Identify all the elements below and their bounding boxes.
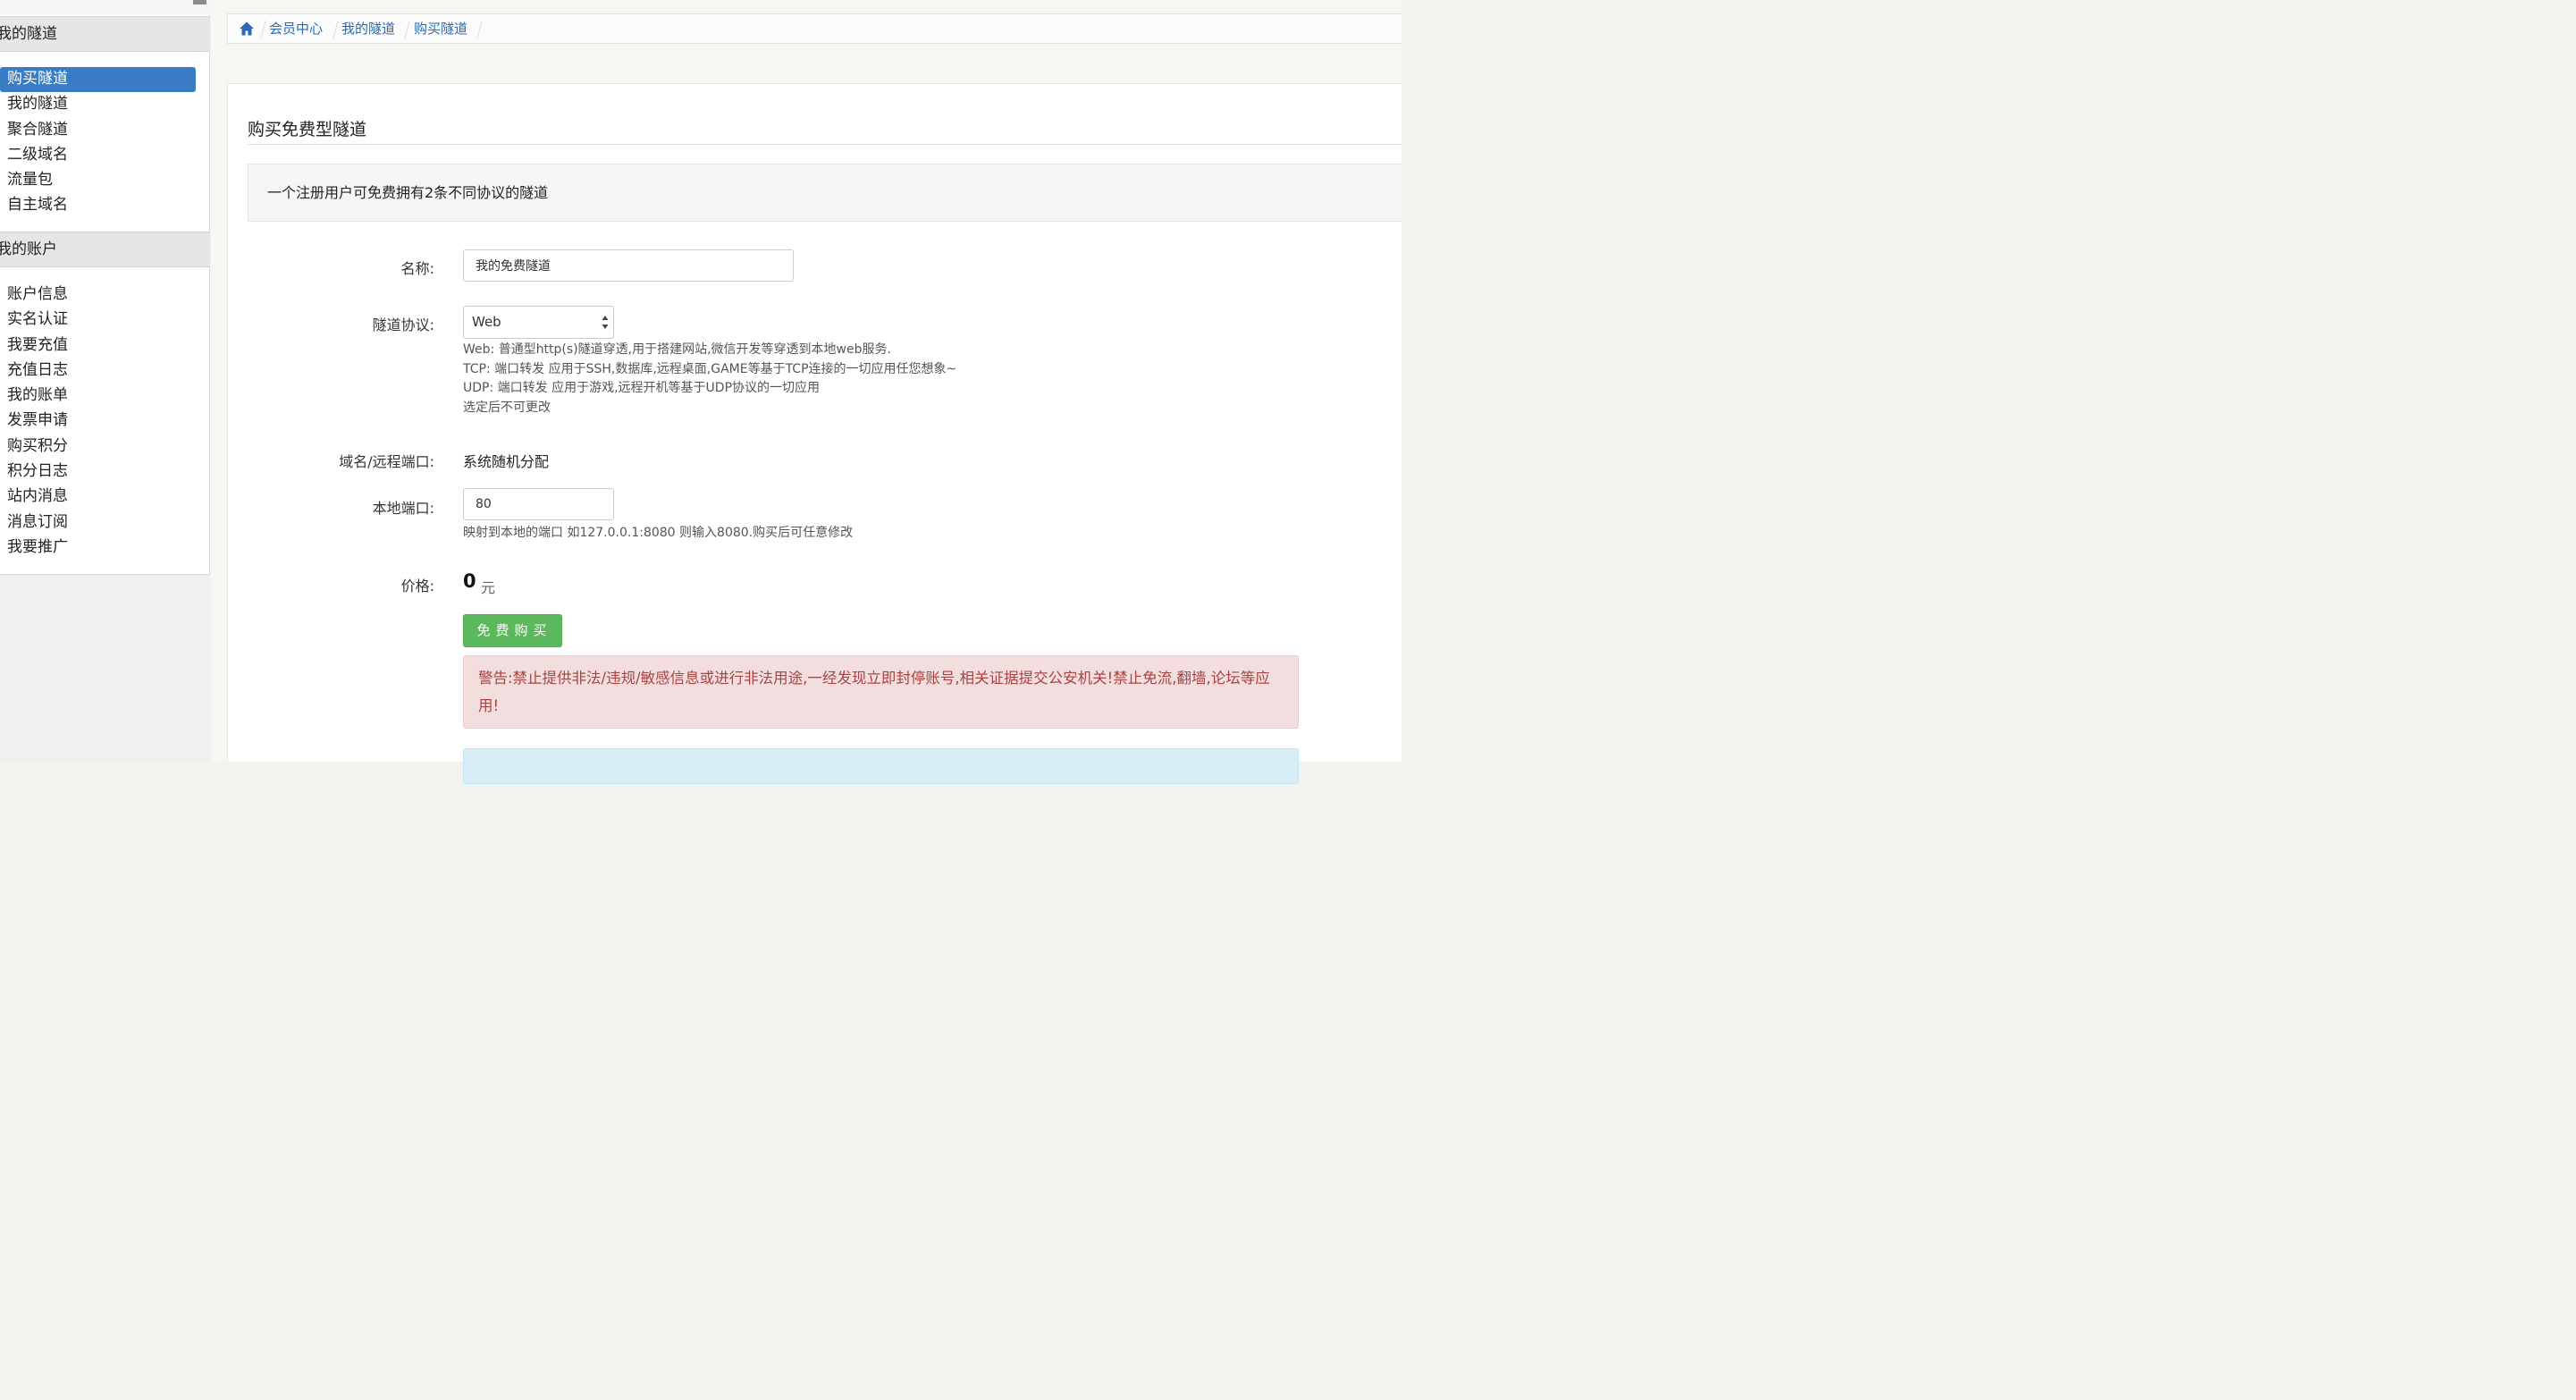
sidebar-section-title: 我的隧道 (0, 25, 57, 43)
sidebar-item-real-name[interactable]: 实名认证 (0, 308, 210, 333)
purchase-panel: 购买免费型隧道 一个注册用户可免费拥有2条不同协议的隧道 名称: 隧道协议: W… (227, 83, 1402, 784)
sidebar-item-recharge-log[interactable]: 充值日志 (0, 358, 210, 384)
sidebar-item-custom-domain[interactable]: 自主域名 (0, 193, 210, 218)
help-line-web: Web: 普通型http(s)隧道穿透,用于搭建网站,微信开发等穿透到本地web… (463, 342, 891, 357)
name-label: 名称: (400, 260, 434, 277)
sidebar-footer-area (0, 574, 210, 763)
sidebar-tunnel-menu: 购买隧道 我的隧道 聚合隧道 二级域名 流量包 自主域名 (0, 67, 210, 219)
breadcrumb-separator (260, 21, 266, 38)
help-line-immutable: 选定后不可更改 (463, 400, 551, 415)
sidebar-item-my-bills[interactable]: 我的账单 (0, 384, 210, 409)
protocol-selected-value: Web (472, 314, 501, 330)
sidebar-item-account-info[interactable]: 账户信息 (0, 283, 210, 308)
protocol-select[interactable]: Web (463, 306, 614, 339)
sidebar: 我的隧道 购买隧道 我的隧道 聚合隧道 二级域名 流量包 自主域名 我的账户 账… (0, 0, 210, 763)
home-icon[interactable] (239, 21, 255, 37)
sidebar-section-title: 我的账户 (0, 240, 57, 258)
sidebar-item-subdomain[interactable]: 二级域名 (0, 143, 210, 168)
free-buy-button[interactable]: 免费购买 (463, 614, 562, 647)
main-content: 会员中心 我的隧道 购买隧道 购买免费型隧道 一个注册用户可免费拥有2条不同协议… (211, 0, 1402, 784)
title-divider (248, 144, 1402, 145)
sidebar-collapse-icon[interactable] (193, 0, 206, 4)
breadcrumb-separator (333, 21, 339, 38)
sidebar-item-invoice[interactable]: 发票申请 (0, 409, 210, 434)
breadcrumb-buy-tunnel[interactable]: 购买隧道 (414, 14, 467, 43)
breadcrumb-separator (476, 21, 483, 38)
breadcrumb: 会员中心 我的隧道 购买隧道 (227, 13, 1402, 44)
protocol-help-text: Web: 普通型http(s)隧道穿透,用于搭建网站,微信开发等穿透到本地web… (463, 341, 956, 417)
help-line-udp: UDP: 端口转发 应用于游戏,远程开机等基于UDP协议的一切应用 (463, 381, 821, 396)
select-arrows-icon (602, 316, 609, 329)
free-tunnel-notice: 一个注册用户可免费拥有2条不同协议的隧道 (248, 164, 1402, 222)
breadcrumb-separator (404, 21, 410, 38)
sidebar-item-recharge[interactable]: 我要充值 (0, 333, 210, 358)
tunnel-name-input[interactable] (463, 249, 794, 282)
sidebar-section-account-header[interactable]: 我的账户 (0, 232, 210, 267)
sidebar-item-my-tunnels[interactable]: 我的隧道 (0, 92, 210, 117)
breadcrumb-member-center[interactable]: 会员中心 (269, 14, 323, 43)
breadcrumb-my-tunnels[interactable]: 我的隧道 (341, 14, 395, 43)
sidebar-item-buy-points[interactable]: 购买积分 (0, 434, 210, 460)
warning-alert: 警告:禁止提供非法/违规/敏感信息或进行非法用途,一经发现立即封停账号,相关证据… (463, 655, 1299, 729)
local-port-help: 映射到本地的端口 如127.0.0.1:8080 则输入8080.购买后可任意修… (463, 526, 854, 540)
sidebar-item-aggregate-tunnels[interactable]: 聚合隧道 (0, 118, 210, 143)
sidebar-item-promotion[interactable]: 我要推广 (0, 536, 210, 561)
page-title: 购买免费型隧道 (248, 120, 367, 139)
info-alert (463, 748, 1299, 784)
price-value: 0 (463, 570, 476, 592)
sidebar-item-buy-tunnel[interactable]: 购买隧道 (0, 67, 196, 93)
domain-port-label: 域名/远程端口: (339, 453, 434, 470)
price-unit: 元 (481, 579, 496, 596)
sidebar-account-menu: 账户信息 实名认证 我要充值 充值日志 我的账单 发票申请 购买积分 积分日志 … (0, 283, 210, 561)
sidebar-item-subscriptions[interactable]: 消息订阅 (0, 510, 210, 536)
sidebar-item-points-log[interactable]: 积分日志 (0, 460, 210, 485)
help-line-tcp: TCP: 端口转发 应用于SSH,数据库,远程桌面,GAME等基于TCP连接的一… (463, 361, 957, 376)
sidebar-item-traffic-pack[interactable]: 流量包 (0, 168, 210, 193)
sidebar-section-tunnels-header[interactable]: 我的隧道 (0, 16, 210, 52)
sidebar-item-messages[interactable]: 站内消息 (0, 485, 210, 510)
local-port-label: 本地端口: (372, 500, 434, 517)
local-port-input[interactable] (463, 488, 614, 520)
domain-port-value: 系统随机分配 (463, 453, 550, 470)
price-label: 价格: (400, 578, 434, 595)
sidebar-top-strip (0, 0, 210, 15)
protocol-label: 隧道协议: (372, 316, 434, 333)
